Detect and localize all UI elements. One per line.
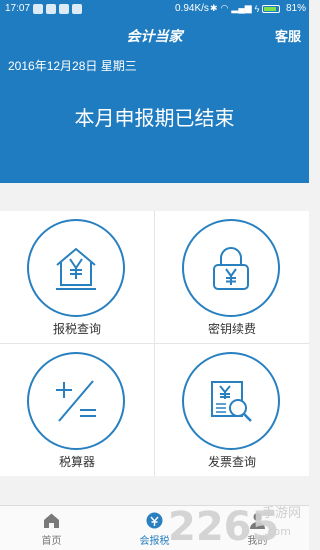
tax-calculator-label: 税算器 xyxy=(58,455,95,469)
status-bar: 17:07 0.94K/s ✱ ◠ ▂▄▆ ϟ 81% xyxy=(0,0,309,18)
site-watermark: 2265 手游网 .com xyxy=(168,504,301,550)
status-time: 17:07 xyxy=(5,3,31,14)
nav-bar: 会计当家 客服 xyxy=(0,18,309,50)
battery-percent: 81% xyxy=(286,3,307,14)
declaration-status: 本月申报期已结束 xyxy=(74,108,235,130)
tax-icon xyxy=(146,512,163,529)
tax-inquiry-button[interactable]: 报税查询 xyxy=(0,211,154,343)
key-renewal-button[interactable]: 密钥续费 xyxy=(155,211,309,343)
watermark-site-name: 手游网 xyxy=(262,506,301,521)
tax-calculator-circle xyxy=(27,352,125,450)
declaration-banner: 2016年12月28日 星期三 本月申报期已结束 xyxy=(0,50,309,183)
app-logo: 会计当家 xyxy=(126,28,183,44)
network-speed: 0.94K/s xyxy=(175,3,209,14)
house-yuan-icon xyxy=(56,247,96,290)
key-renewal-label: 密钥续费 xyxy=(207,322,256,336)
tax-inquiry-circle xyxy=(27,219,125,317)
wifi-icon: ◠ xyxy=(220,3,229,13)
system-icons: ✱ ◠ ▂▄▆ ϟ xyxy=(210,3,281,14)
key-renewal-circle xyxy=(182,219,280,317)
tax-inquiry-label: 报税查询 xyxy=(52,322,101,336)
invoice-inquiry-button[interactable]: 发票查询 xyxy=(155,344,309,476)
invoice-inquiry-label: 发票查询 xyxy=(207,455,256,469)
feature-grid: 报税查询 密钥续费 税算器 发票查询 xyxy=(0,211,309,476)
current-date: 2016年12月28日 星期三 xyxy=(8,59,137,73)
notification-icons xyxy=(33,4,82,14)
battery-icon xyxy=(262,4,281,13)
watermark-domain: .com xyxy=(264,525,291,538)
signal-icon: ▂▄▆ xyxy=(231,3,252,13)
invoice-inquiry-circle xyxy=(182,352,280,450)
lock-yuan-icon xyxy=(213,247,249,290)
customer-service-button[interactable]: 客服 xyxy=(275,26,301,45)
home-icon xyxy=(44,513,59,528)
bluetooth-icon: ✱ xyxy=(210,3,218,13)
tax-calculator-button[interactable]: 税算器 xyxy=(0,344,154,476)
charging-icon: ϟ xyxy=(254,3,260,14)
invoice-search-icon xyxy=(211,381,252,422)
tab-home-label: 首页 xyxy=(41,536,62,547)
tab-home[interactable]: 首页 xyxy=(0,506,103,550)
calculator-icon xyxy=(56,380,96,422)
